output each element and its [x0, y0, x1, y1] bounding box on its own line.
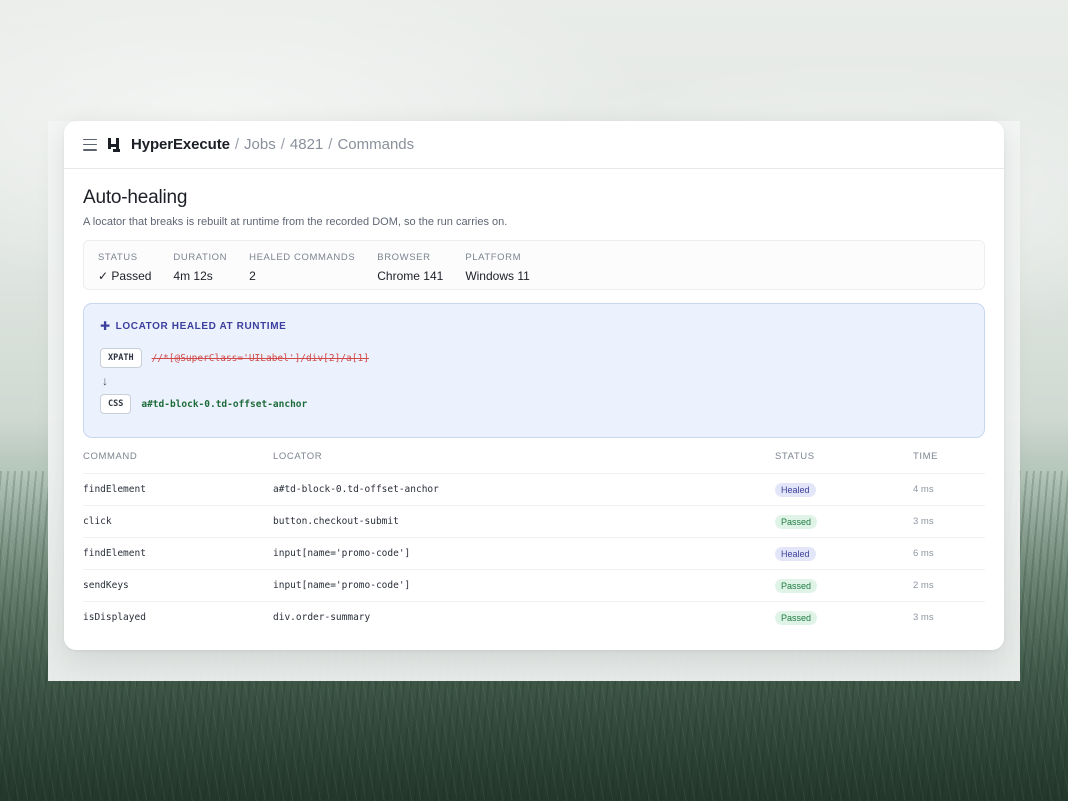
stat-label: BROWSER: [377, 252, 431, 263]
stats-summary: STATUS ✓ Passed DURATION 4m 12s HEALED C…: [83, 240, 985, 290]
cell-command: click: [83, 505, 273, 538]
cell-locator: a#td-block-0.td-offset-anchor: [273, 473, 775, 506]
content-area: Auto-healing A locator that breaks is re…: [64, 169, 1004, 633]
brand-name[interactable]: HyperExecute: [131, 136, 230, 153]
cell-status: Healed: [775, 473, 913, 506]
top-bar: HyperExecute / Jobs / 4821 / Commands: [64, 121, 1004, 169]
main-card: HyperExecute / Jobs / 4821 / Commands Au…: [64, 121, 1004, 650]
stat-browser: BROWSER Chrome 141: [377, 252, 443, 283]
page-subtitle: A locator that breaks is rebuilt at runt…: [83, 216, 508, 228]
cell-command: isDisplayed: [83, 611, 146, 623]
cell-command: sendKeys: [83, 569, 273, 602]
heal-panel-title-text: LOCATOR HEALED AT RUNTIME: [115, 320, 287, 332]
cell-locator: input[name='promo-code']: [273, 537, 775, 570]
breadcrumb-separator: /: [234, 136, 240, 153]
column-header-status[interactable]: STATUS: [775, 451, 913, 474]
locator-type-tag-xpath: XPATH: [100, 348, 142, 368]
stat-value: 4m 12s: [173, 269, 213, 283]
breadcrumb-commands[interactable]: Commands: [337, 136, 414, 153]
cell-status: Healed: [775, 537, 913, 570]
heal-panel-title: ✚ LOCATOR HEALED AT RUNTIME: [100, 319, 968, 333]
table-row[interactable]: isDisplayed div.order-summary Passed 3 m…: [83, 601, 985, 633]
table-row[interactable]: click button.checkout-submit Passed 3 ms: [83, 505, 985, 538]
old-locator-row: XPATH //*[@SuperClass='UILabel']/div[2]/…: [100, 348, 968, 368]
breadcrumb-separator: /: [280, 136, 285, 153]
status-badge: Passed: [775, 579, 818, 593]
stat-status: STATUS ✓ Passed: [98, 252, 151, 283]
table-row[interactable]: findElement a#td-block-0.td-offset-ancho…: [83, 473, 985, 506]
stat-value: Windows 11: [465, 269, 530, 283]
stat-label: STATUS: [98, 252, 138, 263]
status-badge: Healed: [775, 547, 816, 561]
locator-type-tag-css: CSS: [100, 394, 132, 414]
cell-status: Passed: [775, 569, 913, 602]
stat-value: Chrome 141: [377, 269, 444, 283]
breadcrumb-job-id[interactable]: 4821: [290, 136, 323, 153]
stat-value: 2: [249, 269, 256, 283]
table-row[interactable]: findElement input[name='promo-code'] Hea…: [83, 537, 985, 570]
status-badge: Passed: [775, 515, 818, 529]
hamburger-menu-icon[interactable]: [83, 138, 97, 151]
cell-status: Passed: [775, 601, 913, 633]
status-badge: Passed: [775, 611, 818, 626]
column-header-command[interactable]: COMMAND: [83, 451, 273, 474]
page-title: Auto-healing: [83, 187, 188, 208]
stat-label: HEALED COMMANDS: [249, 252, 356, 263]
cell-locator: button.checkout-submit: [273, 505, 775, 538]
stat-label: DURATION: [173, 252, 228, 263]
column-header-locator[interactable]: LOCATOR: [273, 451, 775, 474]
cell-command: findElement: [83, 537, 273, 570]
cell-time: 6 ms: [913, 537, 985, 570]
cell-locator: input[name='promo-code']: [273, 569, 775, 602]
hyperexecute-logo-icon: [108, 137, 120, 152]
status-badge: Healed: [775, 483, 816, 497]
stat-value: ✓ Passed: [98, 269, 152, 283]
new-locator-value: a#td-block-0.td-offset-anchor: [141, 398, 308, 410]
cell-status: Passed: [775, 505, 913, 538]
cell-locator: div.order-summary: [273, 611, 371, 623]
cell-command: findElement: [83, 473, 273, 506]
locator-healed-panel: ✚ LOCATOR HEALED AT RUNTIME XPATH //*[@S…: [83, 303, 985, 438]
cell-time: 4 ms: [913, 473, 985, 506]
stat-label: PLATFORM: [465, 252, 522, 263]
cell-time: 3 ms: [913, 611, 934, 623]
old-locator-value: //*[@SuperClass='UILabel']/div[2]/a[1]: [151, 352, 369, 364]
cell-time: 2 ms: [913, 569, 985, 602]
breadcrumb-separator: /: [328, 136, 333, 153]
new-locator-row: CSS a#td-block-0.td-offset-anchor: [100, 394, 968, 414]
stat-duration: DURATION 4m 12s: [173, 252, 227, 283]
table-row[interactable]: sendKeys input[name='promo-code'] Passed…: [83, 569, 985, 602]
breadcrumb-jobs[interactable]: Jobs: [244, 136, 276, 153]
cell-time: 3 ms: [913, 505, 985, 538]
commands-table: COMMAND LOCATOR STATUS TIME findElement …: [83, 451, 985, 633]
stat-platform: PLATFORM Windows 11: [465, 252, 529, 283]
plus-icon: ✚: [100, 319, 111, 333]
arrow-down-icon: ↓: [102, 374, 108, 388]
table-header-row: COMMAND LOCATOR STATUS TIME: [83, 451, 985, 474]
stat-healed-commands: HEALED COMMANDS 2: [249, 252, 355, 283]
column-header-time[interactable]: TIME: [913, 451, 985, 474]
